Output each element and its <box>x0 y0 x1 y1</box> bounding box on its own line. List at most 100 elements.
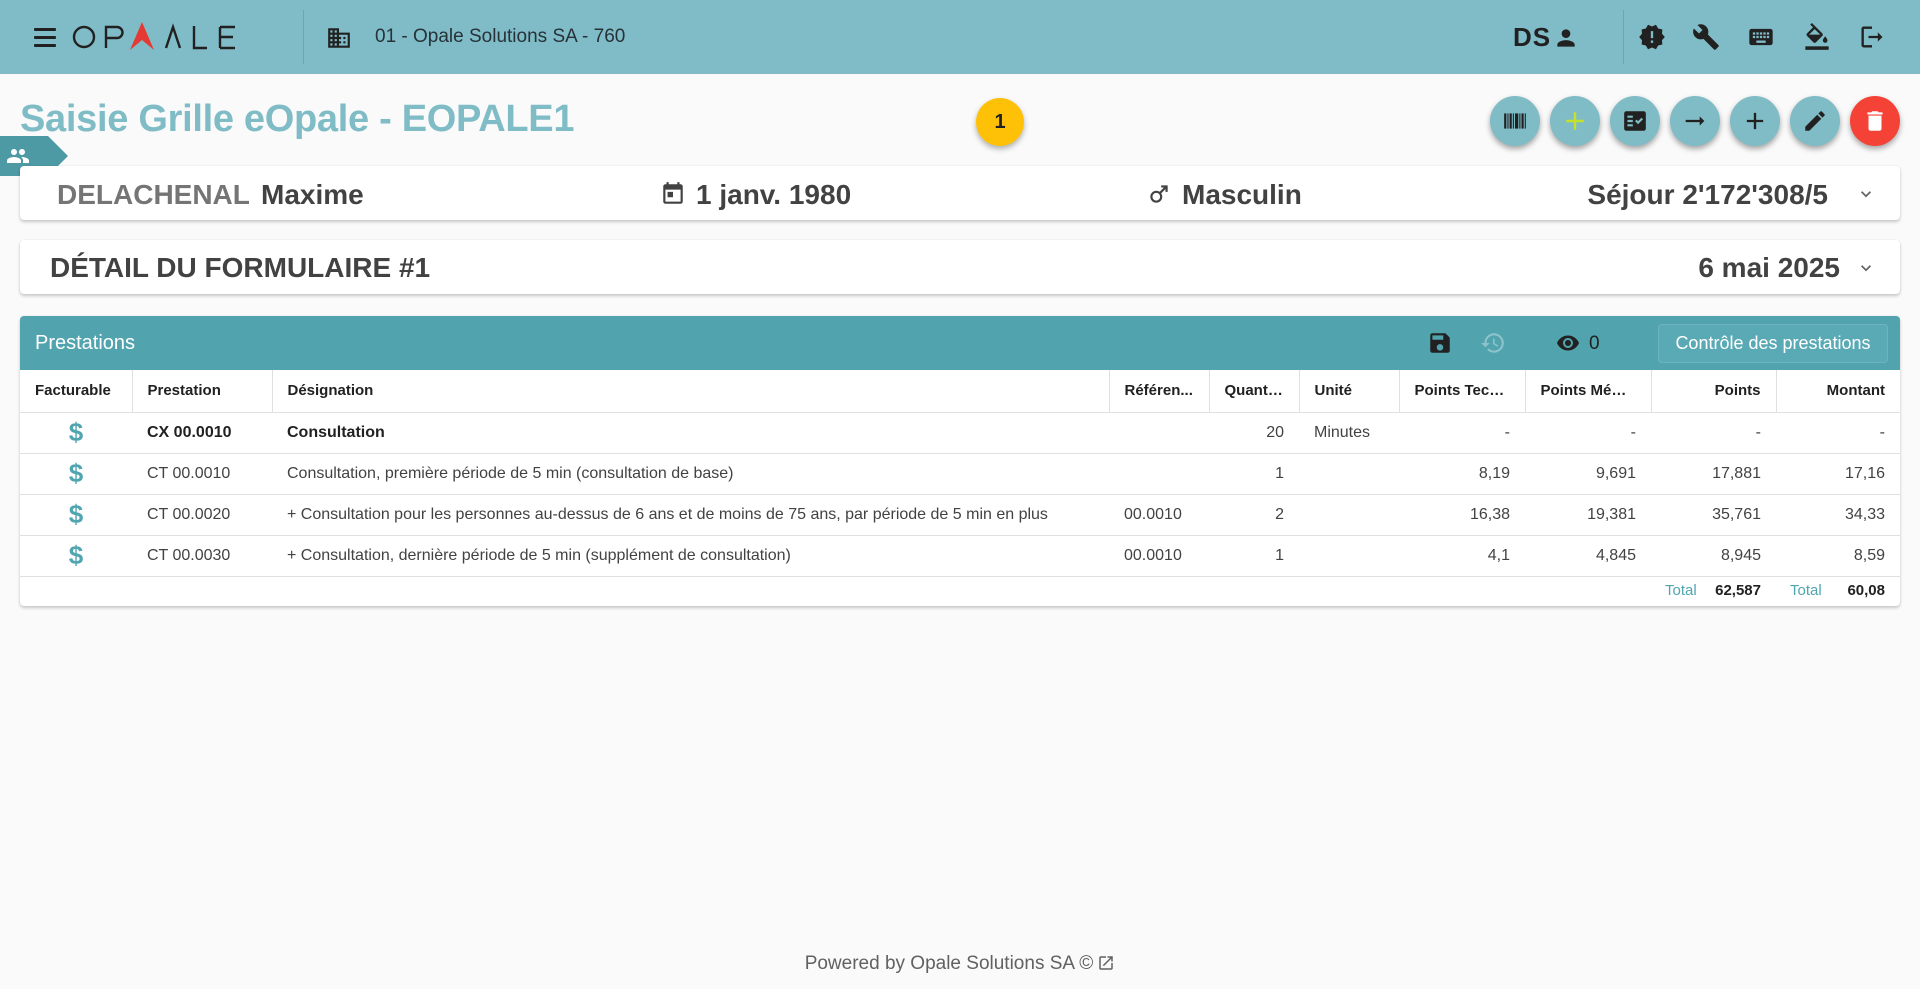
prestations-title: Prestations <box>35 332 136 354</box>
calendar-icon <box>663 182 683 204</box>
column-header-points-med[interactable]: Points Médi... <box>1525 370 1652 413</box>
person-icon[interactable] <box>1553 25 1579 51</box>
add-button[interactable] <box>1730 96 1780 146</box>
cell-quantite: 20 <box>1209 412 1299 454</box>
cell-prestation: CT 00.0030 <box>132 535 272 577</box>
fact-check-icon <box>1624 111 1646 131</box>
column-header-montant[interactable]: Montant <box>1776 370 1900 413</box>
page-title: Saisie Grille eOpale - EOPALE1 <box>20 98 575 140</box>
form-detail-card[interactable]: DÉTAIL DU FORMULAIRE #1 6 mai 2025 <box>20 240 1900 294</box>
cell-prestation: CT 00.0010 <box>132 453 272 495</box>
cell-points: 8,945 <box>1651 535 1776 577</box>
forward-button[interactable] <box>1670 96 1720 146</box>
cell-unite <box>1299 494 1399 536</box>
logout-icon[interactable] <box>1858 23 1886 51</box>
column-header-quantite[interactable]: Quantité <box>1209 370 1300 413</box>
arrow-right-icon <box>1685 116 1705 126</box>
save-icon[interactable] <box>1427 330 1453 356</box>
cell-reference <box>1109 453 1209 495</box>
cell-prestation: CT 00.0020 <box>132 494 272 536</box>
column-header-designation[interactable]: Désignation <box>272 370 1110 413</box>
column-header-prestation[interactable]: Prestation <box>132 370 273 413</box>
trash-icon <box>1867 111 1883 131</box>
plus-icon <box>1746 112 1764 130</box>
column-header-unite[interactable]: Unité <box>1299 370 1400 413</box>
cell-unite: Minutes <box>1299 412 1399 454</box>
table-header-row: Facturable Prestation Désignation Référe… <box>20 370 1900 413</box>
patient-card[interactable]: DELACHENAL Maxime 1 janv. 1980 Masculin … <box>20 166 1900 220</box>
cell-points-tech: - <box>1399 412 1525 454</box>
cell-designation: + Consultation pour les personnes au-des… <box>272 494 1109 536</box>
cell-unite <box>1299 535 1399 577</box>
checklist-button[interactable] <box>1610 96 1660 146</box>
add-green-button[interactable] <box>1550 96 1600 146</box>
divider <box>303 10 304 64</box>
prestations-panel: Prestations 0 Contrôle des prestations F… <box>20 316 1900 606</box>
edit-button[interactable] <box>1790 96 1840 146</box>
column-header-points-tech[interactable]: Points Tech... <box>1399 370 1526 413</box>
eye-icon[interactable] <box>1554 331 1582 355</box>
dollar-icon[interactable]: $ <box>69 540 83 570</box>
dollar-icon[interactable]: $ <box>69 417 83 447</box>
cell-prestation: CX 00.0010 <box>132 412 272 454</box>
paint-bucket-icon[interactable] <box>1803 23 1831 51</box>
column-header-facturable[interactable]: Facturable <box>20 370 133 413</box>
restore-icon[interactable] <box>1480 330 1506 356</box>
cell-points: 35,761 <box>1651 494 1776 536</box>
cell-montant: 17,16 <box>1776 453 1900 495</box>
table-row[interactable]: $ CT 00.0010 Consultation, première péri… <box>20 453 1900 495</box>
column-header-points[interactable]: Points <box>1651 370 1777 413</box>
cell-quantite: 1 <box>1209 535 1299 577</box>
cell-quantite: 1 <box>1209 453 1299 495</box>
wrench-icon[interactable] <box>1692 23 1720 51</box>
form-title: DÉTAIL DU FORMULAIRE #1 <box>50 252 431 283</box>
chevron-down-icon[interactable] <box>1856 258 1876 278</box>
cell-points-tech: 16,38 <box>1399 494 1525 536</box>
table-row[interactable]: $ CT 00.0020 + Consultation pour les per… <box>20 494 1900 536</box>
prestations-table: Facturable Prestation Désignation Référe… <box>20 370 1900 577</box>
patient-sejour: Séjour 2'172'308/5 <box>1587 179 1828 210</box>
cell-points-tech: 8,19 <box>1399 453 1525 495</box>
cell-designation: Consultation <box>272 412 1109 454</box>
patient-sex: Masculin <box>1182 179 1302 210</box>
cell-points-med: - <box>1525 412 1651 454</box>
dollar-icon[interactable]: $ <box>69 499 83 529</box>
menu-icon[interactable] <box>34 24 60 50</box>
cell-points: - <box>1651 412 1776 454</box>
cell-reference: 00.0010 <box>1109 494 1209 536</box>
total-points-value: 62,587 <box>1715 582 1761 599</box>
column-header-reference[interactable]: Référen... <box>1109 370 1210 413</box>
chevron-down-icon[interactable] <box>1856 184 1876 204</box>
cell-montant: 34,33 <box>1776 494 1900 536</box>
patient-birthdate: 1 janv. 1980 <box>696 179 852 210</box>
barcode-icon <box>1504 113 1526 129</box>
form-date: 6 mai 2025 <box>1698 252 1840 283</box>
opale-logo[interactable] <box>72 20 242 54</box>
patient-lastname: DELACHENAL <box>57 179 250 210</box>
keyboard-icon[interactable] <box>1747 23 1775 51</box>
pencil-icon <box>1805 111 1825 131</box>
building-icon <box>328 28 350 48</box>
organisation-label[interactable]: 01 - Opale Solutions SA - 760 <box>375 26 625 48</box>
cell-unite <box>1299 453 1399 495</box>
notification-badge[interactable]: 1 <box>976 98 1024 146</box>
barcode-button[interactable] <box>1490 96 1540 146</box>
divider <box>1623 10 1624 64</box>
table-row[interactable]: $ CT 00.0030 + Consultation, dernière pé… <box>20 535 1900 577</box>
total-montant-label: Total <box>1790 582 1822 599</box>
alert-badge-icon[interactable] <box>1638 23 1666 51</box>
cell-montant: 8,59 <box>1776 535 1900 577</box>
control-prestations-button[interactable]: Contrôle des prestations <box>1658 324 1888 363</box>
user-initials[interactable]: DS <box>1513 22 1551 53</box>
dollar-icon[interactable]: $ <box>69 458 83 488</box>
table-row[interactable]: $ CX 00.0010 Consultation 20 Minutes - -… <box>20 412 1900 454</box>
delete-button[interactable] <box>1850 96 1900 146</box>
cell-designation: + Consultation, dernière période de 5 mi… <box>272 535 1109 577</box>
cell-points-tech: 4,1 <box>1399 535 1525 577</box>
view-count: 0 <box>1589 333 1600 354</box>
plus-icon <box>1566 112 1584 130</box>
total-montant-value: 60,08 <box>1847 582 1885 599</box>
external-link-icon[interactable] <box>1097 954 1115 972</box>
cell-reference: 00.0010 <box>1109 535 1209 577</box>
top-app-bar: 01 - Opale Solutions SA - 760 DS <box>0 0 1920 74</box>
